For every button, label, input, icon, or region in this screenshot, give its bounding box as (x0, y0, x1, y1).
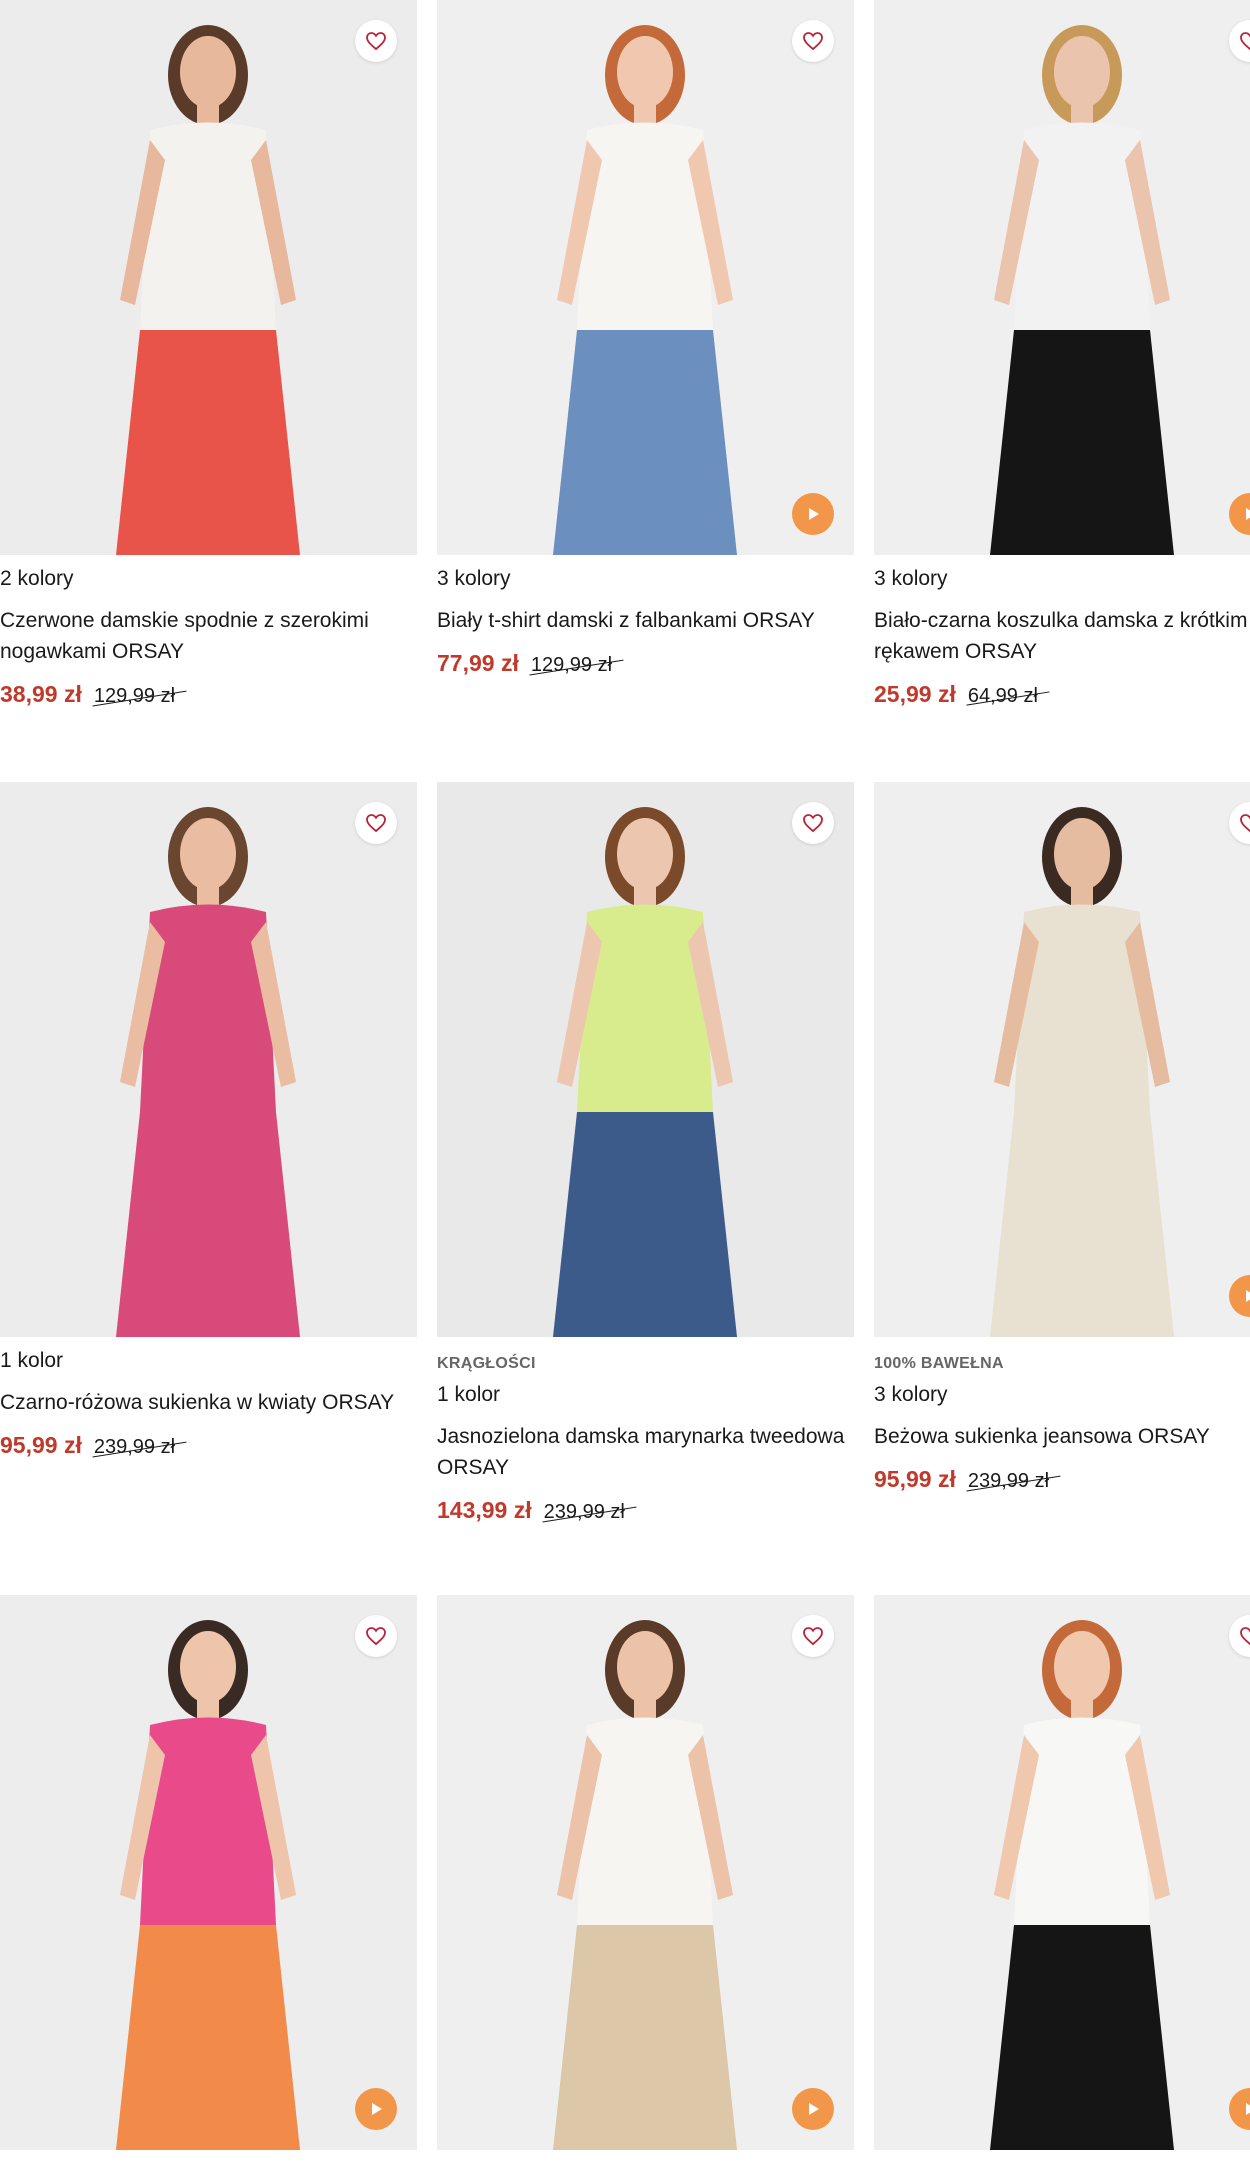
wishlist-button[interactable] (792, 1615, 834, 1657)
product-card[interactable]: KRĄGŁOŚCI 1 kolor Jasnozielona damska ma… (437, 782, 854, 1524)
color-count: 1 kolor (437, 1383, 501, 1406)
color-count: 2 kolory (0, 567, 74, 590)
product-badge: 100% BAWEŁNA (874, 1355, 1004, 1372)
play-icon (809, 508, 819, 520)
play-icon (1246, 2103, 1250, 2115)
product-card[interactable]: 1 kolor Czarno-różowa sukienka w kwiaty … (0, 782, 417, 1459)
product-info (874, 2150, 1250, 2162)
product-image[interactable] (0, 782, 417, 1337)
play-icon (809, 2103, 819, 2115)
model-photo (874, 782, 1250, 1337)
heart-icon (803, 1627, 823, 1646)
color-count: 1 kolor (0, 1349, 64, 1372)
color-count: 3 kolory (874, 1383, 948, 1406)
price-block: 95,99 zł 239,99 zł (874, 1466, 1250, 1493)
product-image[interactable] (874, 0, 1250, 555)
original-price: 129,99 zł (93, 685, 176, 707)
product-card[interactable]: 3 kolory Biały t-shirt damski z falbanka… (437, 0, 854, 677)
heart-icon (1240, 1627, 1250, 1646)
original-price: 239,99 zł (543, 1501, 625, 1523)
product-info: 3 kolory Biało-czarna koszulka damska z … (874, 555, 1250, 708)
model-photo (0, 0, 417, 555)
model-photo (0, 782, 417, 1337)
wishlist-button[interactable] (792, 802, 834, 844)
sale-price: 95,99 zł (874, 1466, 956, 1492)
play-video-button[interactable] (355, 2088, 397, 2130)
play-video-button[interactable] (792, 2088, 834, 2130)
price-block: 143,99 zł 239,99 zł (437, 1497, 854, 1524)
price-block: 95,99 zł 239,99 zł (0, 1432, 417, 1459)
heart-icon (1240, 814, 1250, 833)
model-photo (0, 1595, 417, 2150)
product-image[interactable] (437, 782, 854, 1337)
product-info: 100% BAWEŁNA 3 kolory Beżowa sukienka je… (874, 1337, 1250, 1493)
color-count: 3 kolory (437, 567, 511, 590)
heart-icon (1240, 32, 1250, 51)
product-badge: KRĄGŁOŚCI (437, 1355, 536, 1372)
sale-price: 38,99 zł (0, 681, 82, 707)
product-info (437, 2150, 854, 2162)
product-card[interactable] (874, 1595, 1250, 2162)
product-image[interactable] (0, 0, 417, 555)
play-video-button[interactable] (792, 493, 834, 535)
product-name[interactable]: Biało-czarna koszulka damska z krótkim r… (874, 605, 1250, 667)
product-card[interactable] (437, 1595, 854, 2162)
wishlist-button[interactable] (355, 20, 397, 62)
original-price: 64,99 zł (967, 685, 1038, 707)
sale-price: 143,99 zł (437, 1497, 532, 1523)
product-card[interactable]: 100% BAWEŁNA 3 kolory Beżowa sukienka je… (874, 782, 1250, 1493)
wishlist-button[interactable] (792, 20, 834, 62)
product-name[interactable]: Czarno-różowa sukienka w kwiaty ORSAY (0, 1387, 417, 1418)
heart-icon (803, 32, 823, 51)
model-photo (874, 0, 1250, 555)
play-icon (1246, 508, 1250, 520)
product-info (0, 2150, 417, 2162)
heart-icon (366, 1627, 386, 1646)
heart-icon (366, 32, 386, 51)
wishlist-button[interactable] (355, 802, 397, 844)
product-image[interactable] (437, 0, 854, 555)
product-image[interactable] (437, 1595, 854, 2150)
price-block: 38,99 zł 129,99 zł (0, 681, 417, 708)
model-photo (437, 0, 854, 555)
heart-icon (803, 814, 823, 833)
price-block: 25,99 zł 64,99 zł (874, 681, 1250, 708)
product-info: 2 kolory Czerwone damskie spodnie z szer… (0, 555, 417, 708)
product-name[interactable]: Czerwone damskie spodnie z szerokimi nog… (0, 605, 417, 667)
sale-price: 25,99 zł (874, 681, 956, 707)
original-price: 129,99 zł (530, 654, 613, 676)
sale-price: 95,99 zł (0, 1432, 82, 1458)
sale-price: 77,99 zł (437, 650, 519, 676)
play-icon (1246, 1290, 1250, 1302)
product-name[interactable]: Beżowa sukienka jeansowa ORSAY (874, 1421, 1250, 1452)
product-name[interactable]: Jasnozielona damska marynarka tweedowa O… (437, 1421, 854, 1483)
product-card[interactable]: 2 kolory Czerwone damskie spodnie z szer… (0, 0, 417, 708)
product-name[interactable]: Biały t-shirt damski z falbankami ORSAY (437, 605, 854, 636)
play-icon (372, 2103, 382, 2115)
product-info: KRĄGŁOŚCI 1 kolor Jasnozielona damska ma… (437, 1337, 854, 1524)
product-image[interactable] (0, 1595, 417, 2150)
product-card[interactable]: 3 kolory Biało-czarna koszulka damska z … (874, 0, 1250, 708)
price-block: 77,99 zł 129,99 zł (437, 650, 854, 677)
model-photo (437, 782, 854, 1337)
product-image[interactable] (874, 782, 1250, 1337)
product-info: 1 kolor Czarno-różowa sukienka w kwiaty … (0, 1337, 417, 1459)
model-photo (874, 1595, 1250, 2150)
heart-icon (366, 814, 386, 833)
product-info: 3 kolory Biały t-shirt damski z falbanka… (437, 555, 854, 677)
product-card[interactable] (0, 1595, 417, 2162)
color-count: 3 kolory (874, 567, 948, 590)
product-image[interactable] (874, 1595, 1250, 2150)
original-price: 239,99 zł (93, 1436, 176, 1458)
original-price: 239,99 zł (967, 1470, 1050, 1492)
wishlist-button[interactable] (355, 1615, 397, 1657)
model-photo (437, 1595, 854, 2150)
